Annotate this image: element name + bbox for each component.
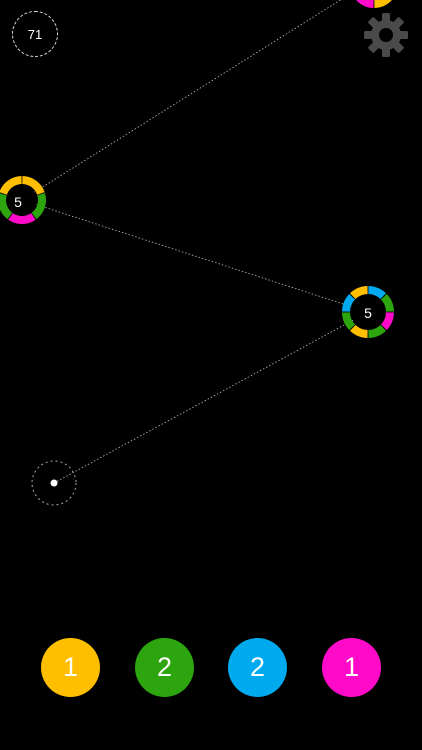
ring-segment-magenta	[356, 0, 374, 8]
palette-button-magenta[interactable]: 1	[322, 638, 381, 697]
palette-count-green: 2	[156, 652, 173, 682]
ring-segment-magenta	[8, 212, 36, 224]
color-ring-node-left[interactable]	[0, 176, 46, 224]
palette-count-blue: 2	[249, 652, 266, 682]
palette-count-yellow: 1	[62, 652, 79, 682]
palette-button-green[interactable]: 2	[135, 638, 194, 697]
color-ring-node-top-right[interactable]	[354, 0, 394, 8]
settings-button[interactable]	[362, 11, 410, 59]
link-line-middle	[21, 199, 369, 313]
gear-icon	[364, 13, 408, 57]
color-ring-node-right[interactable]	[342, 286, 394, 338]
palette-button-blue[interactable]: 2	[228, 638, 287, 697]
palette-button-yellow[interactable]: 1	[41, 638, 100, 697]
game-board	[0, 0, 394, 506]
node-core	[351, 295, 385, 329]
link-line-bottom	[53, 311, 369, 484]
ring-segment-yellow	[374, 0, 392, 8]
player-dot[interactable]	[50, 479, 58, 487]
link-line-top	[21, 0, 342, 201]
node-core	[7, 185, 37, 215]
palette-count-magenta: 1	[343, 652, 360, 682]
score-badge: 71	[12, 11, 58, 57]
score-value: 71	[27, 26, 43, 42]
